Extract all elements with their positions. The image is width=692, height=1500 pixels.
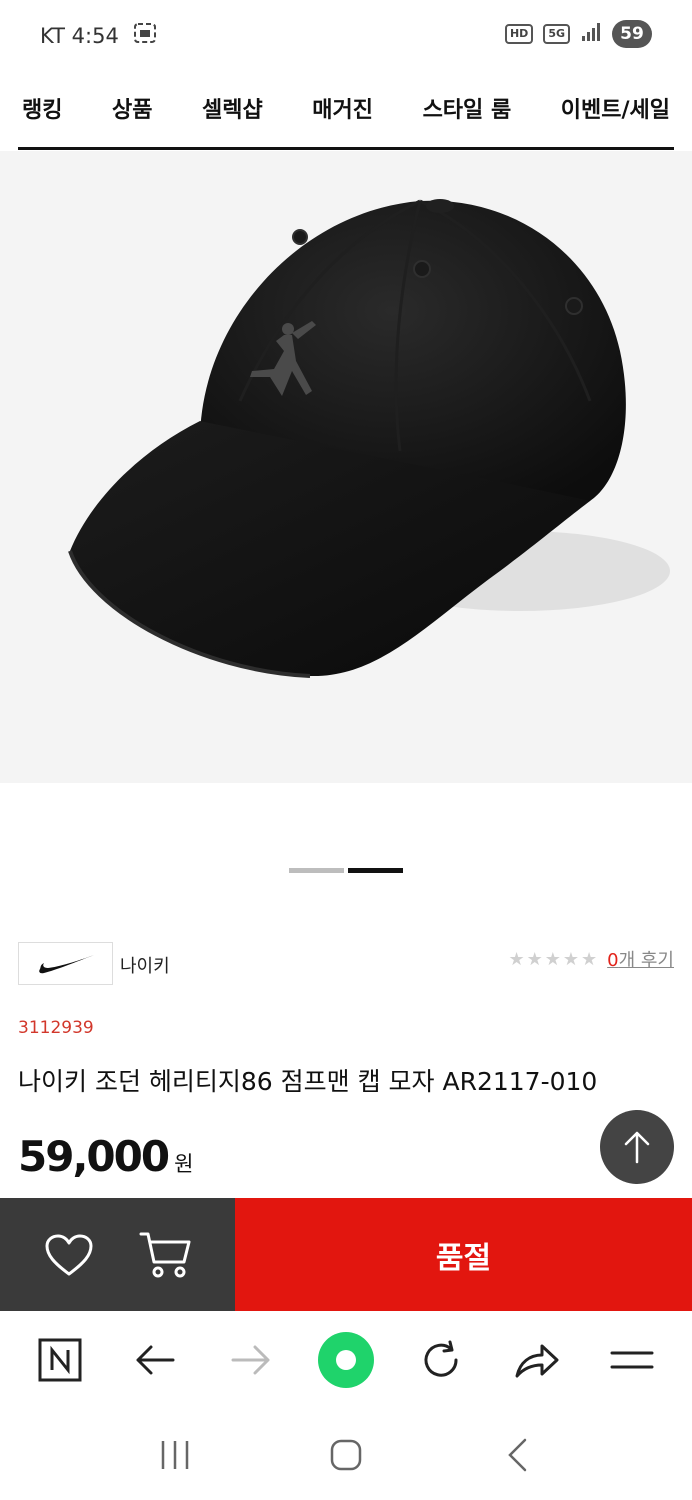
- shopping-cart-icon: [139, 1232, 191, 1277]
- arrow-up-icon: [624, 1131, 650, 1164]
- refresh-button[interactable]: [411, 1330, 471, 1390]
- recent-apps-icon: [162, 1441, 189, 1469]
- arrow-right-icon: [231, 1345, 270, 1375]
- status-left: KT 4:54: [40, 22, 157, 49]
- heart-icon: [45, 1234, 93, 1275]
- product-image-carousel[interactable]: [0, 151, 692, 783]
- nav-item-ranking[interactable]: 랭킹: [22, 92, 62, 124]
- nav-item-style-room[interactable]: 스타일 룸: [423, 92, 512, 124]
- naver-n-icon: [38, 1338, 82, 1382]
- review-count-link[interactable]: 0개 후기: [607, 946, 674, 972]
- brand-logo[interactable]: [18, 942, 113, 985]
- review-count: 0: [607, 950, 619, 971]
- nav-item-event-sale[interactable]: 이벤트/세일: [561, 92, 670, 124]
- carrier-time: KT 4:54: [40, 23, 119, 48]
- price-currency: 원: [174, 1152, 194, 1176]
- browser-toolbar: [0, 1318, 692, 1402]
- scroll-to-top-button[interactable]: [600, 1110, 674, 1184]
- share-button[interactable]: [507, 1330, 567, 1390]
- refresh-icon: [424, 1340, 458, 1377]
- system-back-button[interactable]: [487, 1425, 547, 1485]
- brand-name[interactable]: 나이키: [120, 952, 170, 978]
- green-dot-home-button[interactable]: [316, 1330, 376, 1390]
- nike-swoosh-icon: [38, 954, 94, 973]
- carousel-dot-1[interactable]: [289, 868, 344, 873]
- battery-indicator: 59: [612, 20, 652, 48]
- star-icon: ★: [544, 948, 561, 970]
- home-square-icon: [330, 1439, 362, 1471]
- menu-button[interactable]: [602, 1330, 662, 1390]
- rating-stars: ★ ★ ★ ★ ★: [508, 949, 597, 970]
- hamburger-menu-icon: [610, 1351, 654, 1369]
- carousel-indicator: [289, 868, 403, 873]
- purchase-actions: [0, 1198, 235, 1311]
- signal-icon: [580, 21, 602, 47]
- nav-item-select-shop[interactable]: 셀렉샵: [202, 92, 263, 124]
- black-baseball-cap-image: [68, 199, 670, 678]
- product-price: 59,000: [18, 1132, 170, 1181]
- naver-home-button[interactable]: [30, 1330, 90, 1390]
- carousel-dot-2-active[interactable]: [348, 868, 403, 873]
- star-icon: ★: [562, 948, 579, 970]
- hd-voice-icon: HD: [504, 24, 534, 44]
- nav-item-magazine[interactable]: 매거진: [312, 92, 373, 124]
- chevron-left-icon: [507, 1438, 526, 1472]
- screenshot-notification-icon: [133, 22, 157, 49]
- top-category-nav: 랭킹 상품 셀렉샵 매거진 스타일 룸 이벤트/세일: [18, 80, 674, 150]
- recent-apps-button[interactable]: [145, 1425, 205, 1485]
- purchase-bar: 품절: [0, 1198, 692, 1311]
- product-code: 3112939: [18, 1018, 94, 1038]
- wishlist-button[interactable]: [39, 1225, 99, 1285]
- system-navigation-bar: [0, 1420, 692, 1490]
- star-icon: ★: [581, 948, 598, 970]
- star-icon: ★: [508, 948, 525, 970]
- star-icon: ★: [526, 948, 543, 970]
- status-right: HD 5G 59: [504, 20, 652, 48]
- price-block: 59,000 원: [18, 1132, 193, 1181]
- arrow-left-icon: [136, 1345, 175, 1375]
- share-arrow-icon: [515, 1344, 559, 1378]
- review-suffix: 개 후기: [618, 950, 674, 971]
- product-title: 나이키 조던 헤리티지86 점프맨 캡 모자 AR2117-010: [18, 1067, 598, 1096]
- cart-button[interactable]: [136, 1225, 196, 1285]
- home-button[interactable]: [316, 1425, 376, 1485]
- 5g-network-icon: 5G: [543, 24, 570, 44]
- soldout-button[interactable]: 품절: [235, 1198, 692, 1311]
- green-dot-icon: [317, 1332, 374, 1388]
- back-button[interactable]: [125, 1330, 185, 1390]
- nav-item-products[interactable]: 상품: [112, 92, 152, 124]
- status-bar: KT 4:54 HD 5G 59: [0, 0, 692, 72]
- rating-summary: ★ ★ ★ ★ ★ 0개 후기: [508, 946, 674, 972]
- forward-button[interactable]: [221, 1330, 281, 1390]
